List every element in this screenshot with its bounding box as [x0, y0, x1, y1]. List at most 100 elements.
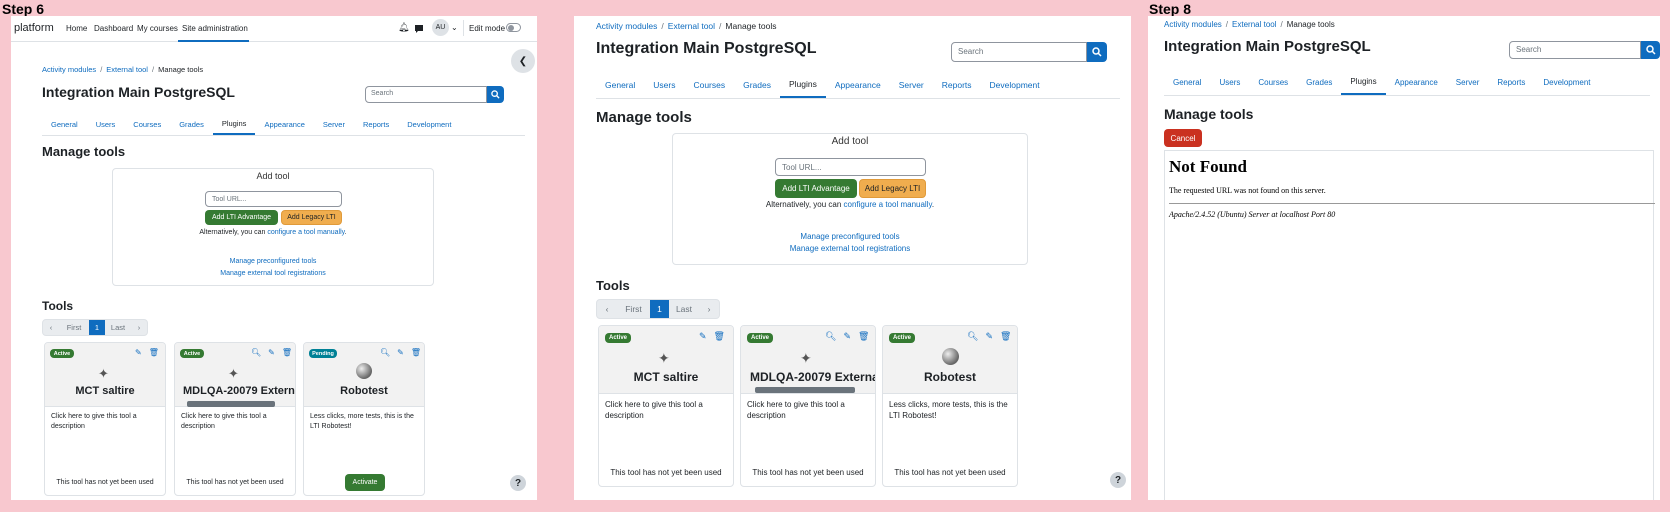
page-last[interactable]: Last [105, 320, 131, 335]
page-last[interactable]: Last [669, 300, 699, 318]
tab-reports[interactable]: Reports [1488, 70, 1534, 95]
name-scrollbar[interactable] [187, 401, 275, 407]
page-first[interactable]: First [617, 300, 650, 318]
tab-grades[interactable]: Grades [734, 72, 780, 98]
tab-courses[interactable]: Courses [1249, 70, 1297, 95]
page-first[interactable]: First [59, 320, 89, 335]
breadcrumb-external-tool[interactable]: External tool [668, 21, 715, 31]
name-scrollbar[interactable] [755, 387, 855, 393]
edit-icon[interactable]: ✎ [397, 348, 404, 357]
alternative-text: Alternatively, you can configure a tool … [673, 200, 1027, 209]
nav-dashboard[interactable]: Dashboard [94, 24, 133, 33]
edit-icon[interactable]: ✎ [843, 331, 851, 342]
breadcrumb-activity-modules[interactable]: Activity modules [42, 65, 96, 74]
chat-icon[interactable] [414, 21, 424, 39]
tab-general[interactable]: General [1164, 70, 1210, 95]
activate-button[interactable]: Activate [345, 474, 385, 491]
edit-mode-toggle[interactable] [506, 23, 521, 32]
breadcrumb-activity-modules[interactable]: Activity modules [596, 21, 657, 31]
help-button[interactable]: ? [1110, 472, 1126, 488]
drawer-toggle-button[interactable]: ❮ [511, 49, 535, 73]
search-input[interactable]: Search [1509, 41, 1641, 59]
tab-development[interactable]: Development [398, 114, 460, 135]
add-legacy-lti-button[interactable]: Add Legacy LTI [859, 179, 926, 198]
tab-general[interactable]: General [42, 114, 87, 135]
search-input[interactable]: Search [951, 42, 1087, 62]
nav-my-courses[interactable]: My courses [137, 24, 178, 33]
tab-appearance[interactable]: Appearance [255, 114, 313, 135]
manage-preconfigured-link[interactable]: Manage preconfigured tools [113, 258, 433, 265]
tab-courses[interactable]: Courses [124, 114, 170, 135]
tab-users[interactable]: Users [1210, 70, 1249, 95]
tab-reports[interactable]: Reports [354, 114, 398, 135]
breadcrumb-activity-modules[interactable]: Activity modules [1164, 20, 1222, 29]
search-button[interactable] [1641, 41, 1660, 59]
tool-url-input[interactable]: Tool URL... [205, 191, 342, 207]
edit-icon[interactable]: ✎ [135, 348, 142, 357]
search-form: Search [365, 86, 504, 103]
tab-grades[interactable]: Grades [170, 114, 213, 135]
prev-page-icon[interactable]: ‹ [597, 300, 617, 318]
tab-appearance[interactable]: Appearance [1386, 70, 1447, 95]
tab-plugins[interactable]: Plugins [212, 114, 256, 135]
tab-server[interactable]: Server [314, 114, 354, 135]
nav-home[interactable]: Home [66, 24, 87, 33]
add-lti-advantage-button[interactable]: Add LTI Advantage [205, 210, 278, 225]
tab-courses[interactable]: Courses [684, 72, 734, 98]
bell-icon[interactable]: 🔔︎ [398, 22, 409, 33]
breadcrumb-external-tool[interactable]: External tool [1232, 20, 1276, 29]
tab-development[interactable]: Development [981, 72, 1049, 98]
tool-description[interactable]: Click here to give this tool a descripti… [181, 412, 289, 432]
avatar[interactable]: AU [432, 19, 449, 36]
add-legacy-lti-button[interactable]: Add Legacy LTI [281, 210, 342, 225]
tool-description[interactable]: Click here to give this tool a descripti… [51, 412, 159, 432]
manage-registrations-link[interactable]: Manage external tool registrations [113, 270, 433, 277]
tab-general[interactable]: General [596, 72, 644, 98]
tab-users[interactable]: Users [644, 72, 684, 98]
manage-registrations-link[interactable]: Manage external tool registrations [673, 244, 1027, 253]
configure-manually-link[interactable]: configure a tool manually [267, 229, 344, 236]
page-current[interactable]: 1 [650, 300, 669, 318]
tab-grades[interactable]: Grades [1297, 70, 1341, 95]
tool-url-input[interactable]: Tool URL... [775, 158, 926, 176]
manage-preconfigured-link[interactable]: Manage preconfigured tools [673, 232, 1027, 241]
tab-plugins[interactable]: Plugins [779, 72, 826, 98]
edit-icon[interactable]: ✎ [699, 331, 707, 342]
tab-reports[interactable]: Reports [933, 72, 981, 98]
tool-description[interactable]: Click here to give this tool a descripti… [747, 399, 867, 421]
search-input[interactable]: Search [365, 86, 487, 103]
add-lti-advantage-button[interactable]: Add LTI Advantage [775, 179, 857, 198]
edit-icon[interactable]: ✎ [985, 331, 993, 342]
trash-icon[interactable]: 🗑︎ [1000, 331, 1011, 342]
brand[interactable]: platform [14, 22, 54, 34]
search-button[interactable] [487, 86, 504, 103]
tab-users[interactable]: Users [87, 114, 125, 135]
tab-server[interactable]: Server [890, 72, 933, 98]
trash-icon[interactable]: 🗑︎ [858, 331, 869, 342]
tab-appearance[interactable]: Appearance [826, 72, 890, 98]
trash-icon[interactable]: 🗑︎ [411, 348, 421, 357]
tab-development[interactable]: Development [1534, 70, 1599, 95]
search-button[interactable] [1087, 42, 1107, 62]
tab-server[interactable]: Server [1447, 70, 1489, 95]
tab-plugins[interactable]: Plugins [1341, 70, 1386, 95]
next-page-icon[interactable]: › [699, 300, 719, 318]
prev-page-icon[interactable]: ‹ [43, 320, 59, 335]
page-current[interactable]: 1 [89, 320, 105, 335]
search-icon[interactable]: 🔍︎ [251, 348, 261, 357]
trash-icon[interactable]: 🗑︎ [282, 348, 292, 357]
chevron-down-icon[interactable]: ⌄ [451, 23, 458, 32]
search-icon[interactable]: 🔍︎ [967, 331, 978, 342]
breadcrumb-external-tool[interactable]: External tool [106, 65, 148, 74]
edit-icon[interactable]: ✎ [268, 348, 275, 357]
configure-manually-link[interactable]: configure a tool manually [844, 200, 932, 209]
trash-icon[interactable]: 🗑︎ [149, 348, 159, 357]
trash-icon[interactable]: 🗑︎ [714, 331, 725, 342]
next-page-icon[interactable]: › [131, 320, 147, 335]
nav-site-admin[interactable]: Site administration [182, 24, 248, 33]
cancel-button[interactable]: Cancel [1164, 129, 1202, 147]
tool-description[interactable]: Click here to give this tool a descripti… [605, 399, 725, 421]
help-button[interactable]: ? [510, 475, 526, 491]
search-icon[interactable]: 🔍︎ [380, 348, 390, 357]
search-icon[interactable]: 🔍︎ [825, 331, 836, 342]
